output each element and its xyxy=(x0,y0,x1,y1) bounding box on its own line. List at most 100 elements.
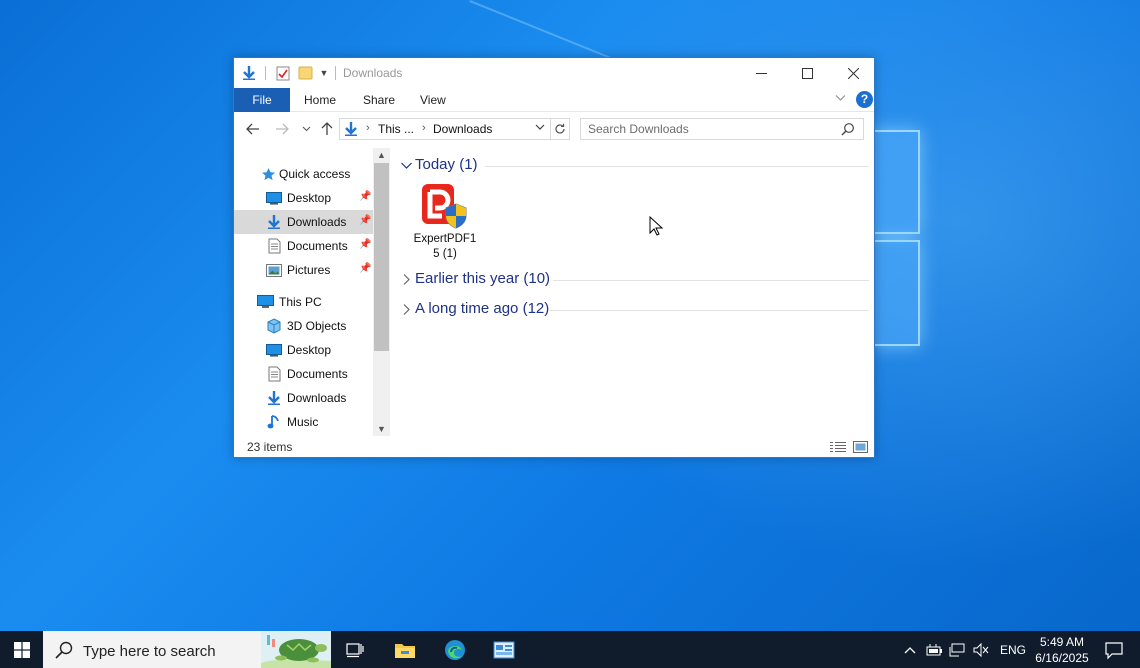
computer-icon xyxy=(256,293,274,311)
nav-item-pictures[interactable]: Pictures 📌 xyxy=(234,258,373,282)
recent-locations-chevron-icon[interactable] xyxy=(296,119,316,139)
address-dropdown-chevron-icon[interactable] xyxy=(535,122,545,134)
pin-icon: 📌 xyxy=(359,239,372,250)
taskbar: Type here to search ENG 5:49 AM 6/16/202… xyxy=(0,631,1140,668)
network-icon[interactable] xyxy=(948,641,966,659)
nav-item-label: Downloads xyxy=(287,215,347,229)
window-title: Downloads xyxy=(343,66,403,80)
nav-item-documents-pc[interactable]: Documents xyxy=(234,362,373,386)
notification-center-icon[interactable] xyxy=(1104,640,1124,660)
help-icon[interactable]: ? xyxy=(856,91,873,108)
new-folder-icon[interactable] xyxy=(297,65,313,81)
chevron-right-icon[interactable] xyxy=(400,273,414,287)
nav-item-label: Downloads xyxy=(287,391,347,405)
start-button[interactable] xyxy=(0,631,43,668)
minimize-button[interactable] xyxy=(738,58,784,88)
customize-qat-chevron-icon[interactable]: ▼ xyxy=(316,65,332,81)
taskbar-search-box[interactable]: Type here to search xyxy=(43,631,331,668)
tab-file[interactable]: File xyxy=(234,88,290,112)
nav-item-downloads[interactable]: Downloads 📌 xyxy=(234,210,373,234)
pin-icon: 📌 xyxy=(359,191,372,202)
breadcrumb-this-pc[interactable]: This ... xyxy=(378,122,414,136)
expand-ribbon-chevron-icon[interactable] xyxy=(835,93,846,105)
pin-icon: 📌 xyxy=(359,263,372,274)
taskbar-file-explorer-button[interactable] xyxy=(381,631,429,668)
forward-button[interactable] xyxy=(272,119,292,139)
search-highlight-turtle-icon xyxy=(261,631,331,668)
task-view-icon xyxy=(346,642,364,657)
nav-item-3d-objects[interactable]: 3D Objects xyxy=(234,314,373,338)
group-title: Earlier this year (10) xyxy=(415,270,551,287)
navigation-pane-scrollbar[interactable]: ▲ ▼ xyxy=(373,148,390,436)
ribbon-tabs: File Home Share View ? xyxy=(234,88,874,112)
search-input[interactable] xyxy=(581,119,831,139)
documents-icon xyxy=(265,365,283,383)
search-icon[interactable] xyxy=(841,122,855,139)
edge-icon xyxy=(445,639,465,660)
file-explorer-window: ▼ Downloads File Home Share View ? › Thi… xyxy=(233,57,875,458)
nav-item-documents[interactable]: Documents 📌 xyxy=(234,234,373,258)
breadcrumb-downloads[interactable]: Downloads xyxy=(433,122,492,136)
details-view-icon[interactable] xyxy=(829,439,847,455)
tab-home[interactable]: Home xyxy=(304,88,336,112)
nav-quick-access[interactable]: Quick access xyxy=(234,162,373,186)
scrollbar-thumb[interactable] xyxy=(374,163,389,351)
windows-icon xyxy=(13,641,30,658)
group-header-earlier-this-year[interactable]: Earlier this year (10) xyxy=(391,270,869,290)
tab-share[interactable]: Share xyxy=(363,88,395,112)
scroll-up-arrow-icon[interactable]: ▲ xyxy=(373,148,390,162)
group-header-a-long-time-ago[interactable]: A long time ago (12) xyxy=(391,300,869,320)
3d-objects-icon xyxy=(265,317,283,335)
file-list: Today (1) ExpertPDF1 5 (1) Earlier this … xyxy=(391,148,874,436)
large-icons-view-icon[interactable] xyxy=(851,439,869,455)
breadcrumb-arrow-icon[interactable]: › xyxy=(366,122,370,134)
downloads-arrow-icon[interactable] xyxy=(241,65,257,81)
title-bar[interactable]: ▼ Downloads xyxy=(234,58,874,88)
star-icon xyxy=(259,165,277,183)
nav-item-label: Documents xyxy=(287,239,348,253)
up-button[interactable] xyxy=(317,119,337,139)
task-view-button[interactable] xyxy=(331,631,379,668)
refresh-button[interactable] xyxy=(551,118,570,140)
scroll-down-arrow-icon[interactable]: ▼ xyxy=(373,422,390,436)
input-language-indicator[interactable]: ENG xyxy=(1000,643,1026,657)
show-hidden-icons-chevron-icon[interactable] xyxy=(901,641,919,659)
system-clock[interactable]: 5:49 AM 6/16/2025 xyxy=(1028,634,1096,666)
battery-icon[interactable] xyxy=(925,641,943,659)
volume-muted-icon[interactable] xyxy=(972,641,990,659)
nav-item-label: Quick access xyxy=(279,167,351,181)
pictures-icon xyxy=(265,261,283,279)
address-bar[interactable]: › This ... › Downloads xyxy=(339,118,551,140)
search-box[interactable] xyxy=(580,118,864,140)
chevron-down-icon[interactable] xyxy=(400,159,414,173)
taskbar-control-panel-button[interactable] xyxy=(480,631,528,668)
close-button[interactable] xyxy=(830,58,876,88)
desktop-icon xyxy=(265,189,283,207)
tab-view[interactable]: View xyxy=(420,88,446,112)
back-button[interactable] xyxy=(243,119,263,139)
properties-icon[interactable] xyxy=(275,65,291,81)
chevron-right-icon[interactable] xyxy=(400,303,414,317)
expertpdf-installer-icon xyxy=(420,182,468,230)
downloads-location-icon xyxy=(343,121,359,140)
item-count: 23 items xyxy=(247,440,293,454)
nav-item-desktop-pc[interactable]: Desktop xyxy=(234,338,373,362)
nav-item-downloads-pc[interactable]: Downloads xyxy=(234,386,373,410)
music-icon xyxy=(265,413,283,431)
nav-item-label: Desktop xyxy=(287,191,332,205)
file-item-expertpdf[interactable]: ExpertPDF1 5 (1) xyxy=(411,180,479,262)
taskbar-edge-button[interactable] xyxy=(431,631,479,668)
downloads-icon xyxy=(265,213,283,231)
maximize-button[interactable] xyxy=(784,58,830,88)
group-header-today[interactable]: Today (1) xyxy=(391,156,869,176)
nav-item-music[interactable]: Music xyxy=(234,410,373,434)
group-divider xyxy=(549,310,869,311)
breadcrumb-arrow-icon[interactable]: › xyxy=(422,122,426,134)
nav-item-desktop[interactable]: Desktop 📌 xyxy=(234,186,373,210)
pin-icon: 📌 xyxy=(359,215,372,226)
control-panel-icon xyxy=(493,641,515,658)
file-name-line-1: ExpertPDF1 xyxy=(413,233,477,245)
nav-item-label: Music xyxy=(287,415,319,429)
nav-this-pc[interactable]: This PC xyxy=(234,290,373,314)
qat-separator xyxy=(265,66,266,80)
